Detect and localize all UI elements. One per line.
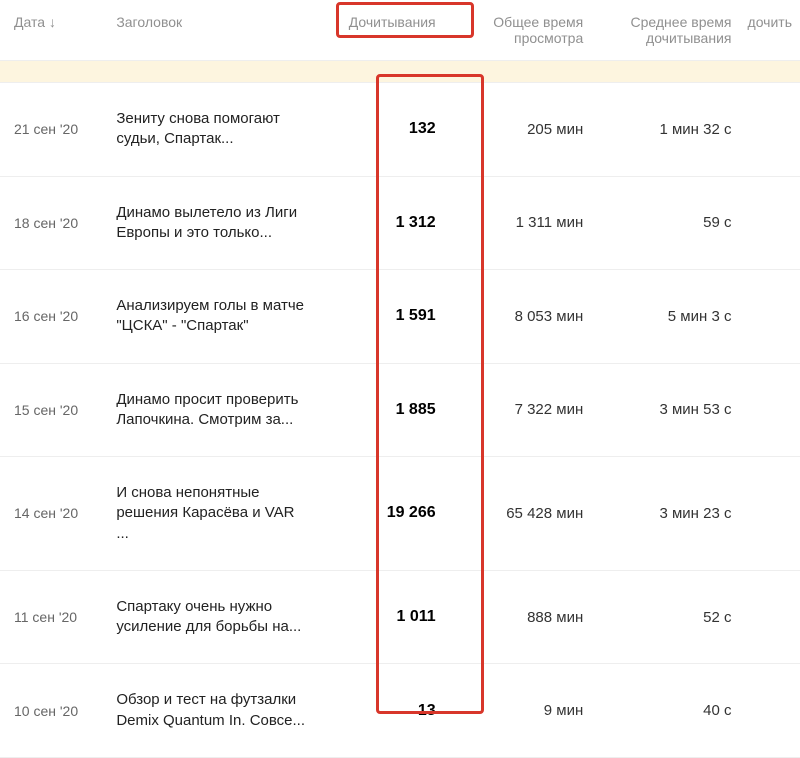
- col-header-title[interactable]: Заголовок: [108, 0, 314, 61]
- table-row[interactable]: 21 сен '20 Зениту снова помогают судьи, …: [0, 83, 800, 177]
- cell-avg: 3 мин 53 с: [591, 363, 739, 457]
- cell-total: 65 428 мин: [444, 457, 592, 571]
- cell-reads: 1 591: [315, 270, 444, 364]
- cell-total: 9 мин: [444, 664, 592, 758]
- col-header-date-label: Дата: [14, 14, 45, 30]
- cell-title: Анализируем голы в матче "ЦСКА" - "Спарт…: [108, 270, 314, 364]
- col-header-date[interactable]: Дата↓: [0, 0, 108, 61]
- cell-title: Динамо просит проверить Лапочкина. Смотр…: [108, 363, 314, 457]
- table-header-row: Дата↓ Заголовок Дочитывания Общее время …: [0, 0, 800, 61]
- cell-date: 21 сен '20: [0, 83, 108, 177]
- cell-extra: [739, 83, 800, 177]
- col-header-total-time[interactable]: Общее время просмотра: [444, 0, 592, 61]
- stats-table: Дата↓ Заголовок Дочитывания Общее время …: [0, 0, 800, 758]
- cell-title: Динамо вылетело из Лиги Европы и это тол…: [108, 176, 314, 270]
- cell-total: 7 322 мин: [444, 363, 592, 457]
- cell-avg: 5 мин 3 с: [591, 270, 739, 364]
- cell-extra: [739, 363, 800, 457]
- table-row[interactable]: 16 сен '20 Анализируем голы в матче "ЦСК…: [0, 270, 800, 364]
- cell-reads: 19 266: [315, 457, 444, 571]
- cell-avg: 3 мин 23 с: [591, 457, 739, 571]
- cell-reads: 1 312: [315, 176, 444, 270]
- cell-extra: [739, 176, 800, 270]
- table-row[interactable]: 18 сен '20 Динамо вылетело из Лиги Европ…: [0, 176, 800, 270]
- cell-reads: 13: [315, 664, 444, 758]
- cell-date: 18 сен '20: [0, 176, 108, 270]
- table-row[interactable]: 14 сен '20 И снова непонятные решения Ка…: [0, 457, 800, 571]
- cell-title: И снова непонятные решения Карасёва и VA…: [108, 457, 314, 571]
- cell-avg: 59 с: [591, 176, 739, 270]
- table-row[interactable]: 11 сен '20 Спартаку очень нужно усиление…: [0, 570, 800, 664]
- cell-total: 8 053 мин: [444, 270, 592, 364]
- cell-date: 15 сен '20: [0, 363, 108, 457]
- col-header-extra[interactable]: дочить: [739, 0, 800, 61]
- cell-date: 16 сен '20: [0, 270, 108, 364]
- cell-date: 11 сен '20: [0, 570, 108, 664]
- cell-total: 888 мин: [444, 570, 592, 664]
- cell-reads: 1 885: [315, 363, 444, 457]
- cell-avg: 52 с: [591, 570, 739, 664]
- cell-total: 1 311 мин: [444, 176, 592, 270]
- sort-desc-icon: ↓: [49, 14, 56, 30]
- cell-date: 14 сен '20: [0, 457, 108, 571]
- cell-reads: 132: [315, 83, 444, 177]
- cell-total: 205 мин: [444, 83, 592, 177]
- cell-extra: [739, 664, 800, 758]
- cell-title: Зениту снова помогают судьи, Спартак...: [108, 83, 314, 177]
- cell-avg: 40 с: [591, 664, 739, 758]
- col-header-avg-time[interactable]: Среднее время дочитывания: [591, 0, 739, 61]
- cell-title: Спартаку очень нужно усиление для борьбы…: [108, 570, 314, 664]
- cell-avg: 1 мин 32 с: [591, 83, 739, 177]
- table-row[interactable]: 10 сен '20 Обзор и тест на футзалки Demi…: [0, 664, 800, 758]
- cell-date: 10 сен '20: [0, 664, 108, 758]
- col-header-reads[interactable]: Дочитывания: [315, 0, 444, 61]
- table-row[interactable]: 15 сен '20 Динамо просит проверить Лапоч…: [0, 363, 800, 457]
- cell-extra: [739, 270, 800, 364]
- cell-title: Обзор и тест на футзалки Demix Quantum I…: [108, 664, 314, 758]
- cell-extra: [739, 457, 800, 571]
- cell-reads: 1 011: [315, 570, 444, 664]
- cell-extra: [739, 570, 800, 664]
- highlighted-row: [0, 61, 800, 83]
